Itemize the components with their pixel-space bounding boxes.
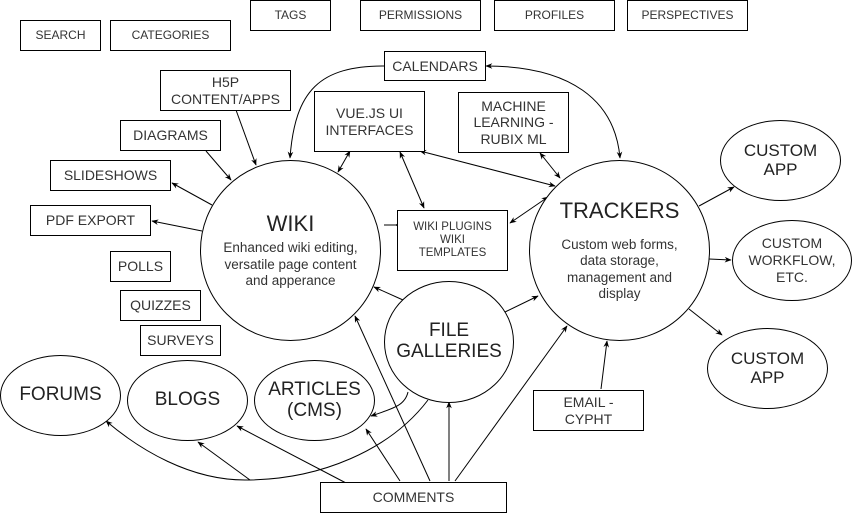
diagrams-label: DIAGRAMS bbox=[133, 127, 208, 144]
edge-trackers-customapp2 bbox=[688, 308, 723, 336]
edge-wiki-slideshows bbox=[171, 182, 213, 206]
edge-vuejs-trackers bbox=[419, 149, 556, 188]
machine-learning-label: MACHINE LEARNING - RUBIX ML bbox=[473, 98, 554, 147]
edge-fg-articles bbox=[370, 391, 409, 417]
blogs-title: BLOGS bbox=[154, 389, 221, 411]
edge-comments-articles bbox=[365, 428, 401, 482]
tags-label: TAGS bbox=[274, 7, 307, 22]
articles-node[interactable]: ARTICLES (CMS) bbox=[254, 360, 375, 441]
slideshows-box[interactable]: SLIDESHOWS bbox=[50, 160, 171, 191]
wiki-plugins-label: WIKI PLUGINS WIKI TEMPLATES bbox=[413, 220, 492, 260]
diagrams-box[interactable]: DIAGRAMS bbox=[120, 120, 221, 151]
wiki-plugins-box[interactable]: WIKI PLUGINS WIKI TEMPLATES bbox=[397, 210, 508, 271]
perspectives-label: PERSPECTIVES bbox=[641, 7, 734, 22]
calendars-box[interactable]: CALENDARS bbox=[384, 51, 486, 81]
surveys-label: SURVEYS bbox=[147, 332, 214, 349]
file-galleries-title: FILE GALLERIES bbox=[396, 320, 502, 362]
custom-app-2-node[interactable]: CUSTOM APP bbox=[707, 328, 828, 409]
surveys-box[interactable]: SURVEYS bbox=[140, 325, 221, 356]
edge-vuejs-plugins bbox=[399, 151, 425, 209]
quizzes-label: QUIZZES bbox=[130, 297, 191, 314]
comments-box[interactable]: COMMENTS bbox=[320, 482, 507, 513]
edge-fg-trackers bbox=[504, 295, 539, 313]
edge-fg-wiki bbox=[373, 286, 404, 301]
polls-label: POLLS bbox=[117, 258, 164, 275]
articles-title: ARTICLES (CMS) bbox=[268, 378, 361, 421]
machine-learning-box[interactable]: MACHINE LEARNING - RUBIX ML bbox=[458, 92, 569, 153]
categories-box[interactable]: CATEGORIES bbox=[110, 20, 231, 51]
pdf-export-label: PDF EXPORT bbox=[45, 212, 136, 229]
wiki-subtitle: Enhanced wiki editing, versatile page co… bbox=[223, 240, 358, 288]
email-box[interactable]: EMAIL - CYPHT bbox=[533, 390, 644, 431]
h5p-label: H5P CONTENT/APPS bbox=[171, 74, 280, 107]
h5p-box[interactable]: H5P CONTENT/APPS bbox=[160, 70, 291, 111]
custom-workflow-title: CUSTOM WORKFLOW, ETC. bbox=[748, 235, 836, 285]
file-galleries-node[interactable]: FILE GALLERIES bbox=[384, 281, 514, 403]
wiki-title: WIKI bbox=[266, 211, 315, 237]
email-label: EMAIL - CYPHT bbox=[563, 394, 614, 427]
categories-label: CATEGORIES bbox=[131, 27, 210, 42]
custom-app-2-title: CUSTOM APP bbox=[730, 348, 805, 387]
edge-email-trackers bbox=[600, 340, 609, 390]
permissions-label: PERMISSIONS bbox=[378, 7, 463, 22]
comments-label: COMMENTS bbox=[372, 489, 455, 506]
edge-ml-trackers bbox=[539, 152, 561, 179]
tags-box[interactable]: TAGS bbox=[250, 0, 331, 31]
permissions-box[interactable]: PERMISSIONS bbox=[360, 0, 481, 31]
edge-trackers-customapp1 bbox=[698, 186, 735, 207]
edge-wiki-vuejs bbox=[337, 150, 351, 173]
pdf-export-box[interactable]: PDF EXPORT bbox=[30, 205, 151, 236]
polls-box[interactable]: POLLS bbox=[110, 251, 171, 282]
vuejs-box[interactable]: VUE.JS UI INTERFACES bbox=[314, 91, 425, 152]
edge-h5p-wiki bbox=[235, 109, 257, 166]
custom-app-1-node[interactable]: CUSTOM APP bbox=[720, 120, 841, 201]
profiles-box[interactable]: PROFILES bbox=[494, 0, 615, 31]
custom-workflow-node[interactable]: CUSTOM WORKFLOW, ETC. bbox=[732, 220, 852, 301]
edge-trackers-workflow bbox=[708, 256, 732, 263]
wiki-node[interactable]: WIKI Enhanced wiki editing, versatile pa… bbox=[200, 160, 381, 341]
search-box[interactable]: SEARCH bbox=[20, 20, 101, 51]
quizzes-box[interactable]: QUIZZES bbox=[120, 290, 201, 321]
trackers-node[interactable]: TRACKERS Custom web forms, data storage,… bbox=[529, 160, 710, 341]
blogs-node[interactable]: BLOGS bbox=[127, 360, 248, 441]
edge-diagrams-wiki bbox=[205, 150, 232, 181]
forums-title: FORUMS bbox=[19, 384, 102, 406]
search-label: SEARCH bbox=[35, 27, 86, 42]
trackers-title: TRACKERS bbox=[559, 198, 680, 224]
trackers-subtitle: Custom web forms, data storage, manageme… bbox=[561, 237, 678, 301]
perspectives-box[interactable]: PERSPECTIVES bbox=[627, 0, 748, 31]
vuejs-label: VUE.JS UI INTERFACES bbox=[325, 105, 414, 138]
slideshows-label: SLIDESHOWS bbox=[63, 167, 158, 184]
edge-wiki-pdf bbox=[151, 219, 203, 232]
edge-comments-blogs bbox=[197, 441, 251, 481]
profiles-label: PROFILES bbox=[524, 7, 585, 22]
calendars-label: CALENDARS bbox=[392, 57, 478, 74]
forums-node[interactable]: FORUMS bbox=[0, 355, 121, 436]
custom-app-1-title: CUSTOM APP bbox=[743, 140, 818, 179]
